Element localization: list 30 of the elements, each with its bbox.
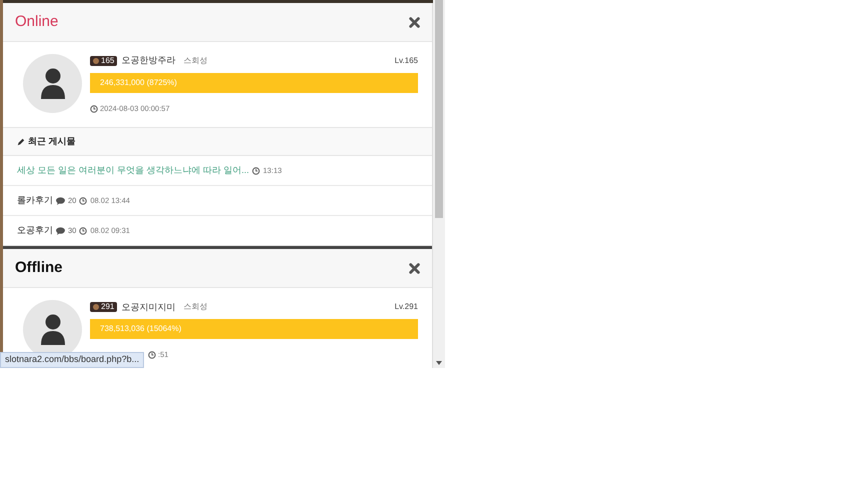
- clock-icon: [79, 226, 88, 235]
- status-url: slotnara2.com/bbs/board.php?b...: [0, 352, 144, 368]
- post-title[interactable]: 오공후기: [17, 224, 53, 238]
- close-icon[interactable]: [409, 262, 420, 274]
- clock-icon: [148, 350, 156, 359]
- level-text: Lv.165: [394, 55, 418, 67]
- user-name[interactable]: 오공지미지미: [121, 300, 176, 314]
- action-link[interactable]: 스회성: [183, 55, 208, 67]
- pencil-icon: [17, 138, 25, 146]
- clock-icon: [252, 166, 260, 175]
- section-title: 최근 게시물: [28, 135, 76, 148]
- post-title[interactable]: 롤카후기: [17, 194, 53, 208]
- user-name[interactable]: 오공한방주라: [121, 54, 176, 68]
- level-text: Lv.291: [394, 301, 418, 314]
- scroll-down-icon[interactable]: [436, 361, 442, 365]
- clock-icon: [90, 104, 98, 113]
- panel-title: Online: [15, 12, 58, 32]
- person-icon: [40, 314, 66, 346]
- level-badge: 291: [90, 302, 118, 312]
- panel-title: Offline: [15, 258, 62, 278]
- experience-text: 246,331,000 (8725%): [100, 77, 177, 89]
- clock-icon: [79, 196, 88, 205]
- close-icon[interactable]: [409, 16, 420, 28]
- level-badge: 165: [90, 56, 118, 66]
- experience-text: 738,513,036 (15064%): [100, 323, 182, 336]
- scrollbar[interactable]: [433, 0, 445, 368]
- action-link[interactable]: 스회성: [183, 301, 208, 314]
- comment-icon: [56, 226, 65, 235]
- comment-icon: [56, 196, 65, 205]
- person-icon: [40, 68, 66, 100]
